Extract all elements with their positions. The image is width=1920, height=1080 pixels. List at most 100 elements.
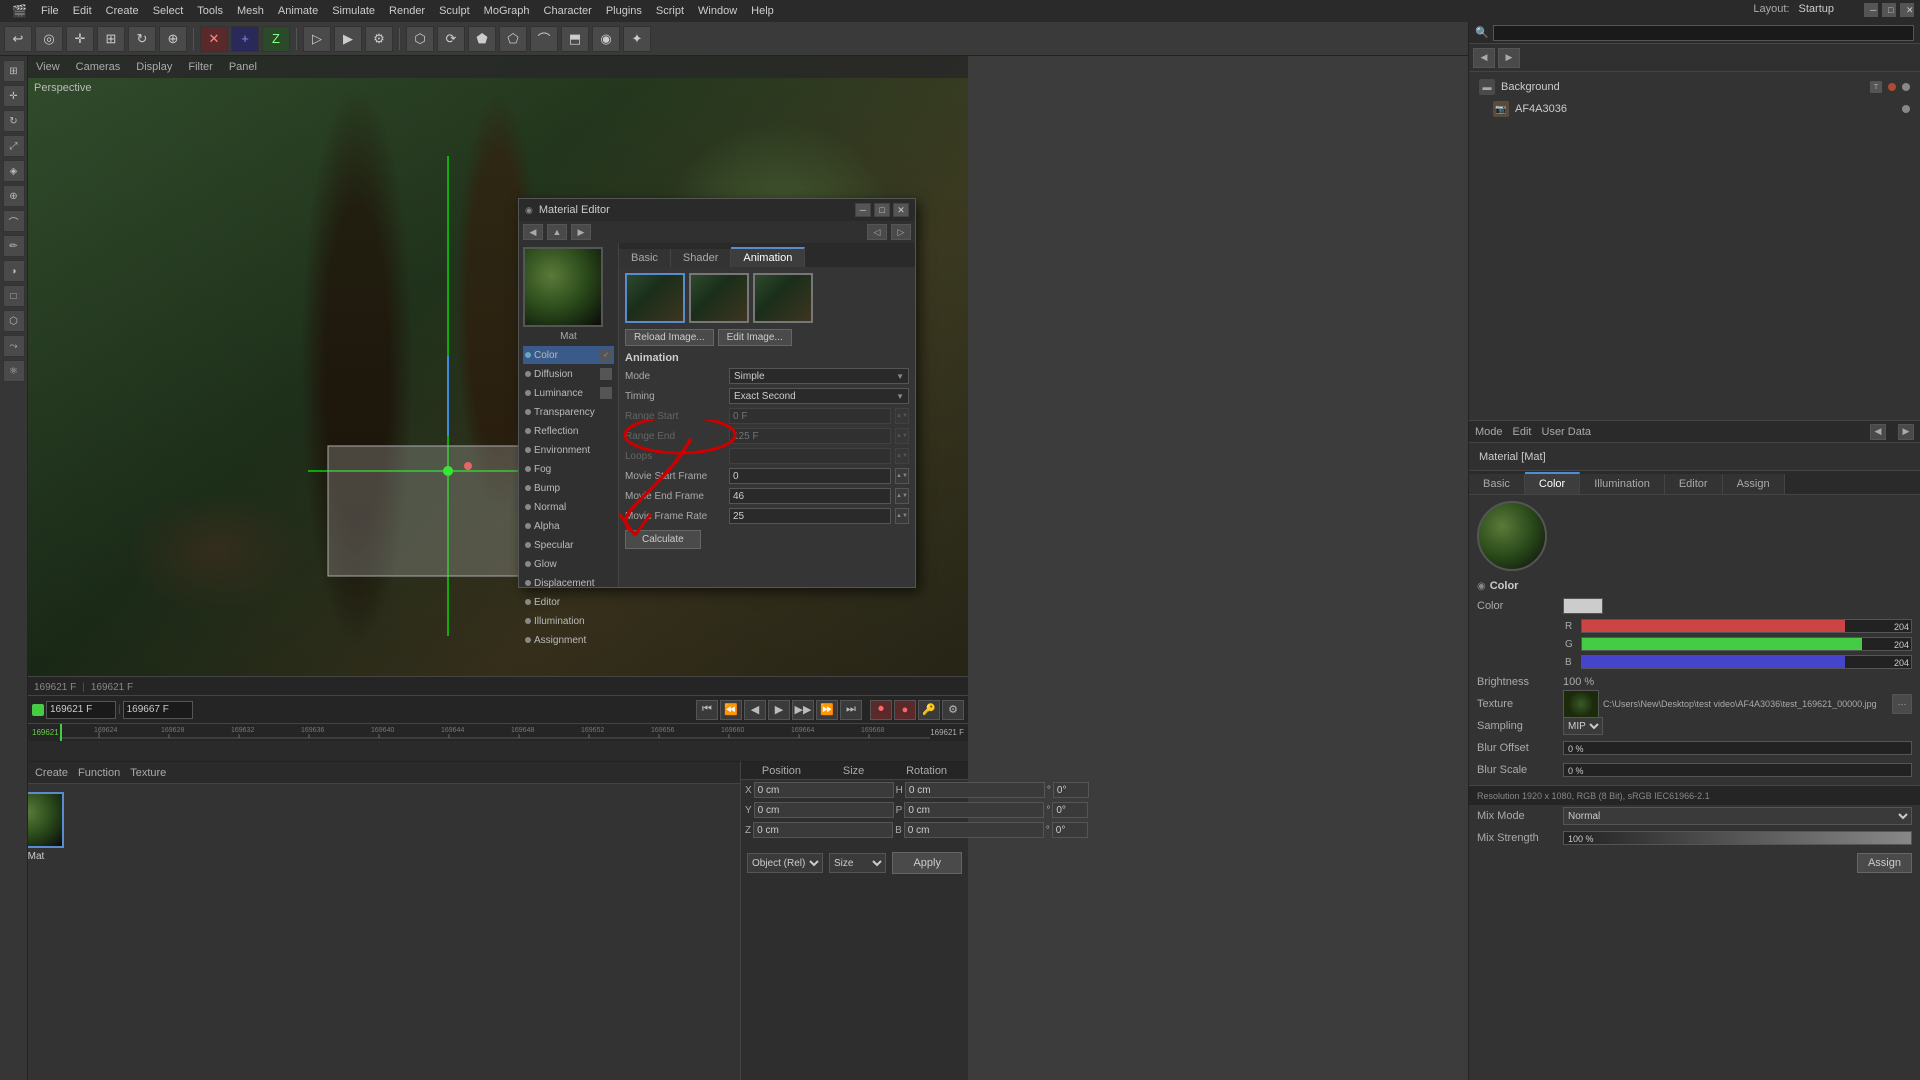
sidebar-dynamics-btn[interactable]: ⚛ [3, 360, 25, 382]
go-start-btn[interactable]: ⏮ [696, 700, 718, 720]
rotate-btn[interactable]: ↻ [128, 26, 156, 52]
channel-transparency[interactable]: Transparency [523, 403, 614, 421]
dialog-nav-left[interactable]: ◀ [523, 224, 543, 240]
viewport-menu-panel[interactable]: Panel [229, 61, 257, 73]
channel-glow[interactable]: Glow [523, 555, 614, 573]
channel-illumination[interactable]: Illumination [523, 612, 614, 630]
anim-movie-start-spinner[interactable]: ▲▼ [895, 468, 909, 484]
obj-tool-1[interactable]: ◀ [1473, 48, 1495, 68]
menu-character[interactable]: Character [538, 5, 598, 17]
channel-environment[interactable]: Environment [523, 441, 614, 459]
dialog-nav-right[interactable]: ▶ [571, 224, 591, 240]
render-region-btn[interactable]: ▶ [334, 26, 362, 52]
menu-script[interactable]: Script [650, 5, 690, 17]
transform-btn[interactable]: ⊕ [159, 26, 187, 52]
dialog-nav-expand[interactable]: ▷ [891, 224, 911, 240]
timeline-track[interactable] [28, 741, 968, 761]
edit-image-btn[interactable]: Edit Image... [718, 329, 792, 346]
menu-sculpt[interactable]: Sculpt [433, 5, 476, 17]
dialog-maximize-btn[interactable]: □ [874, 203, 890, 217]
object-type-select[interactable]: Object (Rel) [747, 853, 823, 873]
coords-z-rot[interactable] [1052, 822, 1088, 838]
attr-nav-fwd[interactable]: ▶ [1898, 424, 1914, 440]
dialog-minimize-btn[interactable]: ─ [855, 203, 871, 217]
anim-range-end-value[interactable] [729, 428, 891, 444]
coords-y-size[interactable] [904, 802, 1044, 818]
menu-help[interactable]: Help [745, 5, 780, 17]
viewport-menu-cameras[interactable]: Cameras [76, 61, 121, 73]
bottom-menu-texture[interactable]: Texture [130, 767, 166, 779]
bottom-menu-create[interactable]: Create [35, 767, 68, 779]
sampling-select[interactable]: MIP [1563, 717, 1603, 735]
render-btn[interactable]: ▷ [303, 26, 331, 52]
size-type-select[interactable]: Size [829, 853, 886, 873]
object-row-af4a3036[interactable]: 📷 AF4A3036 [1473, 98, 1916, 120]
texture-browse-btn[interactable]: ··· [1892, 694, 1912, 714]
color-swatch[interactable] [1563, 598, 1603, 614]
channel-assignment[interactable]: Assignment [523, 631, 614, 649]
anim-mode-dropdown[interactable]: Simple ▼ [729, 368, 909, 384]
minimize-btn[interactable]: ─ [1864, 3, 1878, 17]
attr-menu-userdata[interactable]: User Data [1542, 426, 1592, 438]
play-btn[interactable]: ▶ [768, 700, 790, 720]
sidebar-sculpt-btn[interactable]: ⬡ [3, 310, 25, 332]
channel-diffusion[interactable]: Diffusion [523, 365, 614, 383]
channel-luminance[interactable]: Luminance [523, 384, 614, 402]
coords-y-pos[interactable] [754, 802, 894, 818]
viewport-menu-view[interactable]: View [36, 61, 60, 73]
spline-btn[interactable]: ⬟ [468, 26, 496, 52]
camera-btn[interactable]: ◉ [592, 26, 620, 52]
menu-mesh[interactable]: Mesh [231, 5, 270, 17]
attr-tab-assign[interactable]: Assign [1723, 474, 1785, 494]
record-auto-btn[interactable]: ● [894, 700, 916, 720]
coords-z-size[interactable] [904, 822, 1044, 838]
render-settings-btn[interactable]: ⚙ [365, 26, 393, 52]
channel-specular[interactable]: Specular [523, 536, 614, 554]
sidebar-snap-btn[interactable]: ◈ [3, 160, 25, 182]
mix-mode-select[interactable]: Normal [1563, 807, 1912, 825]
scale-btn[interactable]: ⊞ [97, 26, 125, 52]
menu-plugins[interactable]: Plugins [600, 5, 648, 17]
close-btn[interactable]: ✕ [1900, 3, 1914, 17]
apply-btn[interactable]: Apply [892, 852, 962, 874]
anim-movie-start-value[interactable] [729, 468, 891, 484]
move-btn[interactable]: ✛ [66, 26, 94, 52]
reload-image-btn[interactable]: Reload Image... [625, 329, 714, 346]
sidebar-select-btn[interactable]: ⊞ [3, 60, 25, 82]
menu-simulate[interactable]: Simulate [326, 5, 381, 17]
blur-scale-slider[interactable]: 0 % [1563, 763, 1912, 777]
sidebar-deform-btn[interactable]: ⤳ [3, 335, 25, 357]
anim-range-start-value[interactable] [729, 408, 891, 424]
menu-create[interactable]: Create [100, 5, 145, 17]
bottom-menu-function[interactable]: Function [78, 767, 120, 779]
y-btn[interactable]: + [231, 26, 259, 52]
attr-menu-edit[interactable]: Edit [1513, 426, 1532, 438]
dialog-tab-shader[interactable]: Shader [671, 249, 731, 267]
knife-btn[interactable]: ⌒ [530, 26, 558, 52]
play-fwd-btn[interactable]: ▶▶ [792, 700, 814, 720]
assign-btn[interactable]: Assign [1857, 853, 1912, 873]
object-search-input[interactable] [1493, 25, 1914, 41]
play-back-btn[interactable]: ◀ [744, 700, 766, 720]
anim-movie-start-input[interactable] [733, 471, 887, 482]
sidebar-axis-btn[interactable]: ⊕ [3, 185, 25, 207]
attr-menu-mode[interactable]: Mode [1475, 426, 1503, 438]
keyframe-btn[interactable]: 🔑 [918, 700, 940, 720]
anim-loops-spinner[interactable]: ▲▼ [895, 448, 909, 464]
coords-x-pos[interactable] [754, 782, 894, 798]
anim-thumb-2[interactable] [689, 273, 749, 323]
sidebar-material-btn[interactable]: ◑ [3, 260, 25, 282]
sidebar-uv-btn[interactable]: □ [3, 285, 25, 307]
menu-select[interactable]: Select [147, 5, 190, 17]
anim-movie-end-spinner[interactable]: ▲▼ [895, 488, 909, 504]
polygon-btn[interactable]: ⟳ [437, 26, 465, 52]
viewport-menu-display[interactable]: Display [136, 61, 172, 73]
menu-edit[interactable]: Edit [67, 5, 98, 17]
menu-window[interactable]: Window [692, 5, 743, 17]
channel-color[interactable]: Color ✓ [523, 346, 614, 364]
sidebar-scale-btn[interactable]: ⤢ [3, 135, 25, 157]
menu-file[interactable]: File [35, 5, 65, 17]
anim-range-end-spinner[interactable]: ▲▼ [895, 428, 909, 444]
live-select-btn[interactable]: ◎ [35, 26, 63, 52]
prev-frame-btn[interactable]: ⏪ [720, 700, 742, 720]
